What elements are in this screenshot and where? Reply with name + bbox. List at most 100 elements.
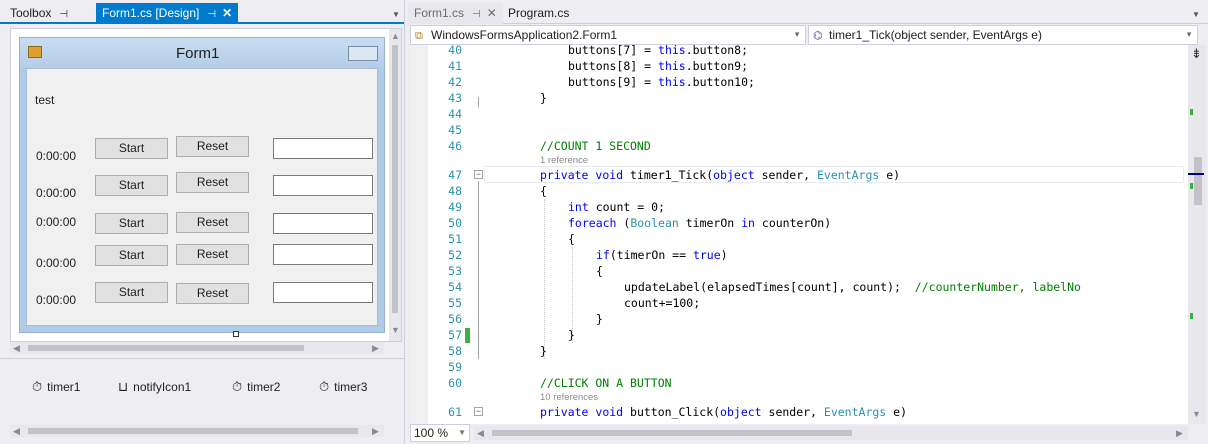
timer-label: 0:00:00: [36, 149, 77, 163]
chevron-down-icon: ▼: [1185, 30, 1193, 39]
resize-handle[interactable]: [233, 331, 239, 337]
designer-pane: Toolbox ⊣ Form1.cs [Design] ⊣ ✕ ▼ Form1 tes…: [0, 0, 404, 444]
line-number: 53: [448, 264, 462, 278]
line-number: 57: [448, 328, 462, 342]
reset-button-5[interactable]: Reset: [176, 283, 249, 304]
stopwatch-icon: ⏱: [232, 379, 243, 394]
designer-vertical-scrollbar[interactable]: ▲ ▼: [389, 29, 401, 341]
close-icon[interactable]: ✕: [487, 6, 497, 20]
scroll-down-icon[interactable]: ▼: [391, 325, 400, 335]
scroll-thumb[interactable]: [1194, 157, 1202, 205]
collapse-icon[interactable]: −: [474, 407, 483, 416]
scroll-thumb[interactable]: [28, 345, 304, 351]
form1-title: Form1: [176, 45, 220, 62]
tab-toolbox[interactable]: Toolbox ⊣: [4, 3, 74, 24]
start-button-4[interactable]: Start: [95, 245, 168, 266]
code-line-42: buttons[9] = this.button10;: [568, 75, 755, 89]
start-button-1[interactable]: Start: [95, 138, 168, 159]
text-field-1[interactable]: [273, 138, 373, 159]
tray-item-timer1[interactable]: ⏱ timer1: [32, 379, 80, 395]
line-number: 47: [448, 168, 462, 182]
scroll-left-icon[interactable]: ◀: [13, 343, 20, 354]
tab-form1-cs[interactable]: Form1.cs ⊣ ✕: [408, 3, 503, 24]
codelens-references[interactable]: 1 reference: [540, 155, 588, 166]
pin-icon[interactable]: ⊣: [472, 9, 481, 20]
codelens-references[interactable]: 10 references: [540, 392, 598, 403]
pane-splitter[interactable]: [404, 0, 408, 444]
text-field-4[interactable]: [273, 244, 373, 265]
scroll-thumb[interactable]: [392, 45, 398, 313]
change-marker: [465, 328, 470, 343]
line-number: 49: [448, 200, 462, 214]
pin-icon[interactable]: ⊣: [59, 9, 68, 20]
line-number: 41: [448, 59, 462, 73]
scroll-down-icon[interactable]: ▼: [1192, 409, 1201, 419]
tray-item-label: timer2: [247, 380, 281, 394]
timer-label: 0:00:00: [36, 293, 77, 307]
tray-item-timer3[interactable]: ⏱ timer3: [319, 379, 367, 395]
code-editor-pane: Form1.cs ⊣ ✕ Program.cs ▼ ⧉ WindowsFormsAp…: [408, 0, 1208, 444]
reset-button-4[interactable]: Reset: [176, 244, 249, 265]
notify-icon: ⊔: [118, 379, 129, 394]
line-number: 55: [448, 296, 462, 310]
timer-label: 0:00:00: [36, 215, 77, 229]
left-tabstrip: Toolbox ⊣ Form1.cs [Design] ⊣ ✕ ▼: [0, 0, 404, 24]
zoom-combo[interactable]: 100 % ▼: [410, 424, 470, 442]
code-line-56: }: [596, 312, 603, 326]
scroll-right-icon[interactable]: ▶: [1176, 428, 1183, 439]
line-number: 44: [448, 107, 462, 121]
line-number: 45: [448, 123, 462, 137]
text-field-2[interactable]: [273, 175, 373, 196]
start-button-5[interactable]: Start: [95, 282, 168, 303]
code-line-57: }: [568, 328, 575, 342]
tab-form1-design-label: Form1.cs [Design]: [102, 6, 200, 20]
tab-toolbox-label: Toolbox: [10, 6, 52, 20]
scroll-right-icon[interactable]: ▶: [372, 343, 379, 354]
scroll-left-icon[interactable]: ◀: [477, 428, 484, 439]
tab-overflow-icon[interactable]: ▼: [1192, 10, 1200, 19]
test-label: test: [35, 93, 55, 107]
line-number: 60: [448, 376, 462, 390]
collapse-icon[interactable]: −: [474, 170, 483, 179]
minimize-icon[interactable]: [348, 46, 378, 61]
pin-icon[interactable]: ⊣: [207, 9, 216, 20]
scroll-right-icon[interactable]: ▶: [372, 426, 379, 437]
tray-horizontal-scrollbar[interactable]: ◀ ▶: [10, 425, 384, 437]
tray-item-notifyicon1[interactable]: ⊔ notifyIcon1: [118, 379, 191, 395]
scroll-thumb[interactable]: [492, 430, 852, 436]
code-editor[interactable]: 40 41 42 43 44 45 46 47 48 49 50 51 52 5…: [410, 45, 1188, 424]
scroll-up-icon[interactable]: ▲: [391, 31, 400, 41]
editor-horizontal-scrollbar[interactable]: ◀ ▶: [474, 426, 1188, 440]
tab-form1-design[interactable]: Form1.cs [Design] ⊣ ✕: [96, 3, 239, 24]
line-number: 48: [448, 184, 462, 198]
split-icon[interactable]: ⇟: [1191, 46, 1202, 62]
code-line-61: private void button_Click(object sender,…: [540, 405, 907, 419]
tab-program-cs[interactable]: Program.cs: [502, 3, 575, 24]
class-combo[interactable]: ⧉ WindowsFormsApplication2.Form1 ▼: [410, 25, 806, 45]
scroll-thumb[interactable]: [28, 428, 358, 434]
timer-label: 0:00:00: [36, 186, 77, 200]
text-field-6[interactable]: [273, 282, 373, 303]
member-combo[interactable]: ⌬ timer1_Tick(object sender, EventArgs e…: [808, 25, 1198, 45]
start-button-2[interactable]: Start: [95, 175, 168, 196]
line-number: 52: [448, 248, 462, 262]
scroll-left-icon[interactable]: ◀: [13, 426, 20, 437]
reset-button-1[interactable]: Reset: [176, 136, 249, 157]
member-combo-value: timer1_Tick(object sender, EventArgs e): [829, 28, 1042, 42]
start-button-3[interactable]: Start: [95, 213, 168, 234]
code-line-46: //COUNT 1 SECOND: [540, 139, 651, 153]
tab-overflow-icon[interactable]: ▼: [392, 10, 400, 19]
tray-item-label: timer1: [47, 380, 81, 394]
form1-titlebar[interactable]: Form1: [20, 38, 384, 68]
form1-window[interactable]: Form1 test 0:00:00 Start Reset 0:00:00 S…: [19, 37, 385, 333]
close-icon[interactable]: ✕: [222, 6, 232, 20]
tray-item-timer2[interactable]: ⏱ timer2: [232, 379, 280, 395]
tray-item-label: timer3: [334, 380, 368, 394]
reset-button-3[interactable]: Reset: [176, 212, 249, 233]
right-tabstrip: Form1.cs ⊣ ✕ Program.cs ▼: [408, 0, 1208, 24]
code-line-52: if(timerOn == true): [596, 248, 728, 262]
designer-horizontal-scrollbar[interactable]: ◀ ▶: [10, 342, 384, 354]
text-field-3[interactable]: [273, 213, 373, 234]
editor-vertical-scrollbar[interactable]: ⇟ ▼: [1188, 45, 1206, 424]
reset-button-2[interactable]: Reset: [176, 172, 249, 193]
